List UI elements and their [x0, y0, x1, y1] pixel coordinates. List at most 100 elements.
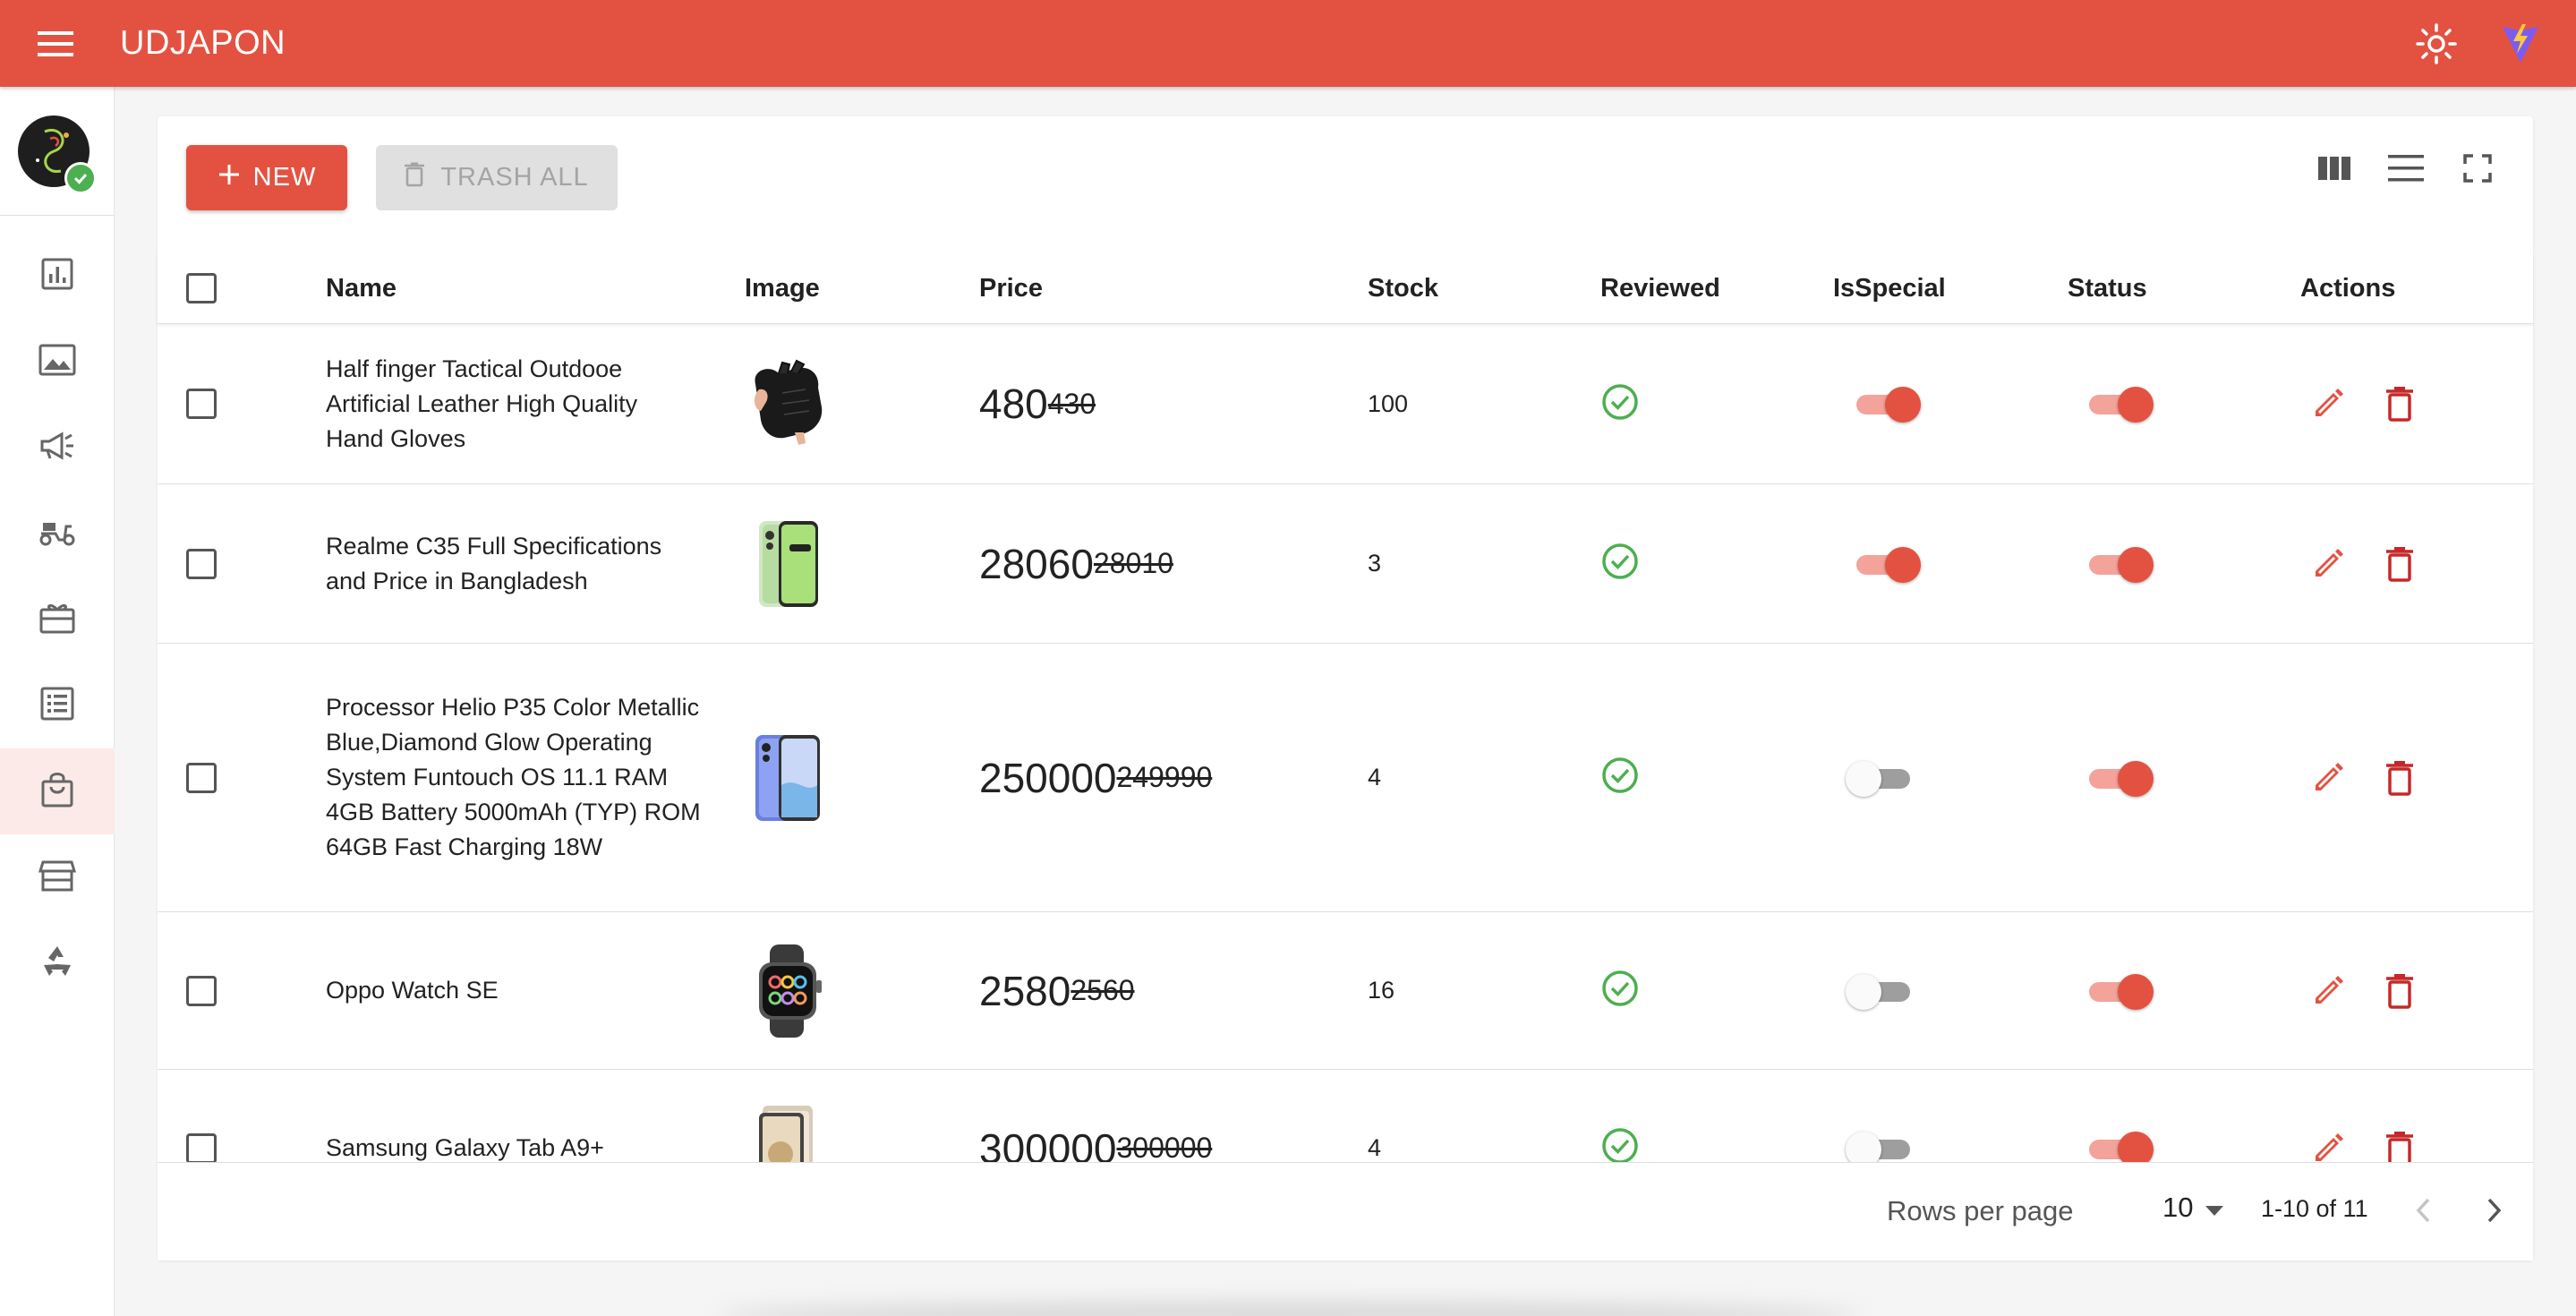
product-stock: 4	[1368, 1134, 1382, 1161]
sidebar-item-banners[interactable]	[0, 319, 115, 405]
reviewed-check-icon	[1600, 382, 1640, 426]
next-page-chevron-icon[interactable]	[2472, 1188, 2517, 1233]
delivery-scooter-icon	[38, 516, 77, 552]
edit-pencil-icon[interactable]	[2304, 380, 2352, 428]
edit-pencil-icon[interactable]	[2304, 540, 2352, 588]
caret-down-icon	[2205, 1192, 2224, 1224]
recycle-icon	[38, 944, 76, 984]
gift-card-icon	[38, 601, 76, 639]
product-price: 28060	[979, 540, 1094, 587]
product-old-price: 2560	[1070, 974, 1135, 1006]
table-pagination: Rows per page 10 1-10 of 11	[158, 1162, 2533, 1260]
delete-trash-icon[interactable]	[2376, 754, 2424, 802]
row-checkbox[interactable]	[186, 1132, 217, 1164]
sidebar-item-recycle[interactable]	[0, 920, 115, 1006]
delete-trash-icon[interactable]	[2376, 380, 2424, 428]
product-name: Half finger Tactical Outdooe Artificial …	[326, 355, 638, 452]
product-name: Oppo Watch SE	[326, 977, 499, 1004]
product-stock: 4	[1368, 764, 1382, 790]
status-toggle[interactable]	[2086, 759, 2154, 797]
shopping-bag-icon	[40, 771, 74, 813]
rows-per-page-label: Rows per page	[1887, 1195, 2074, 1226]
delete-trash-icon[interactable]	[2376, 540, 2424, 588]
column-header-status[interactable]: Status	[2068, 252, 2147, 324]
vite-logo-icon[interactable]	[2494, 17, 2547, 71]
sidebar	[0, 87, 115, 1316]
row-checkbox[interactable]	[186, 975, 217, 1006]
sidebar-divider	[0, 215, 115, 216]
status-toggle[interactable]	[2086, 385, 2154, 423]
new-button[interactable]: NEW	[186, 145, 347, 210]
isspecial-toggle[interactable]	[1853, 385, 1921, 423]
reviewed-check-icon	[1600, 969, 1640, 1013]
megaphone-icon	[38, 430, 76, 466]
product-old-price: 300000	[1116, 1132, 1213, 1164]
sidebar-item-delivery[interactable]	[0, 491, 115, 577]
sidebar-item-dashboard[interactable]	[0, 233, 115, 319]
column-header-reviewed[interactable]: Reviewed	[1600, 252, 1720, 324]
product-image-watch	[743, 944, 831, 1038]
sun-theme-toggle-icon[interactable]	[2410, 17, 2463, 71]
product-old-price: 28010	[1093, 547, 1173, 579]
density-icon[interactable]	[2379, 141, 2433, 195]
column-header-image[interactable]: Image	[745, 252, 820, 324]
product-name: Samsung Galaxy Tab A9+	[326, 1134, 604, 1161]
product-name: Processor Helio P35 Color Metallic Blue,…	[326, 694, 701, 860]
product-price: 480	[979, 380, 1048, 427]
product-image-phone-green	[743, 517, 831, 611]
new-button-label: NEW	[252, 163, 317, 192]
row-checkbox[interactable]	[186, 389, 217, 419]
top-app-bar: UDJAPON	[0, 0, 2576, 87]
trash-all-button-label: TRASH ALL	[440, 163, 589, 192]
row-checkbox[interactable]	[186, 762, 217, 793]
reviewed-check-icon	[1600, 756, 1640, 799]
status-toggle[interactable]	[2086, 545, 2154, 583]
image-icon	[38, 344, 76, 380]
product-price: 250000	[979, 754, 1117, 801]
plus-icon	[218, 163, 241, 193]
fullscreen-icon[interactable]	[2451, 141, 2504, 195]
avatar[interactable]	[18, 115, 97, 194]
product-old-price: 249990	[1116, 761, 1213, 793]
sidebar-item-orders[interactable]	[0, 662, 115, 748]
sidebar-item-products[interactable]	[0, 748, 115, 834]
edit-pencil-icon[interactable]	[2304, 754, 2352, 802]
column-header-isspecial[interactable]: IsSpecial	[1833, 252, 1946, 324]
table-row[interactable]: Realme C35 Full Specifications and Price…	[158, 484, 2533, 644]
status-toggle[interactable]	[2086, 972, 2154, 1010]
product-image-gloves	[743, 357, 831, 450]
row-checkbox[interactable]	[186, 548, 217, 579]
isspecial-toggle[interactable]	[1853, 545, 1921, 583]
sidebar-item-gift-cards[interactable]	[0, 577, 115, 662]
isspecial-toggle[interactable]	[1846, 972, 1914, 1010]
table-body: Half finger Tactical Outdooe Artificial …	[158, 324, 2533, 1189]
delete-trash-icon[interactable]	[2376, 967, 2424, 1015]
product-name: Realme C35 Full Specifications and Price…	[326, 532, 662, 594]
sidebar-item-stores[interactable]	[0, 834, 115, 920]
column-header-price[interactable]: Price	[979, 252, 1043, 324]
trash-all-button[interactable]: TRASH ALL	[376, 145, 618, 210]
sidebar-item-campaigns[interactable]	[0, 405, 115, 491]
menu-icon[interactable]	[29, 17, 82, 71]
app-title: UDJAPON	[120, 24, 286, 62]
table-row[interactable]: Processor Helio P35 Color Metallic Blue,…	[158, 644, 2533, 912]
list-icon	[40, 687, 74, 725]
product-image-phone-blue	[743, 731, 831, 825]
column-header-stock[interactable]: Stock	[1368, 252, 1438, 324]
column-header-actions: Actions	[2300, 274, 2396, 303]
isspecial-toggle[interactable]	[1846, 759, 1914, 797]
product-price: 2580	[979, 967, 1071, 1014]
previous-page-chevron-icon[interactable]	[2401, 1188, 2445, 1233]
product-stock: 100	[1368, 389, 1409, 417]
pagination-range: 1-10 of 11	[2261, 1195, 2368, 1222]
trash-icon	[405, 162, 425, 194]
table-row[interactable]: Oppo Watch SE 2580 2560 16	[158, 912, 2533, 1070]
rows-per-page-select[interactable]: 10	[2162, 1192, 2224, 1224]
rows-per-page-value: 10	[2162, 1192, 2194, 1223]
table-row[interactable]: Half finger Tactical Outdooe Artificial …	[158, 324, 2533, 484]
edit-pencil-icon[interactable]	[2304, 967, 2352, 1015]
column-header-name[interactable]: Name	[326, 252, 397, 324]
dashboard-chart-icon	[39, 256, 75, 296]
column-view-icon[interactable]	[2307, 141, 2361, 195]
select-all-checkbox[interactable]	[186, 273, 217, 303]
